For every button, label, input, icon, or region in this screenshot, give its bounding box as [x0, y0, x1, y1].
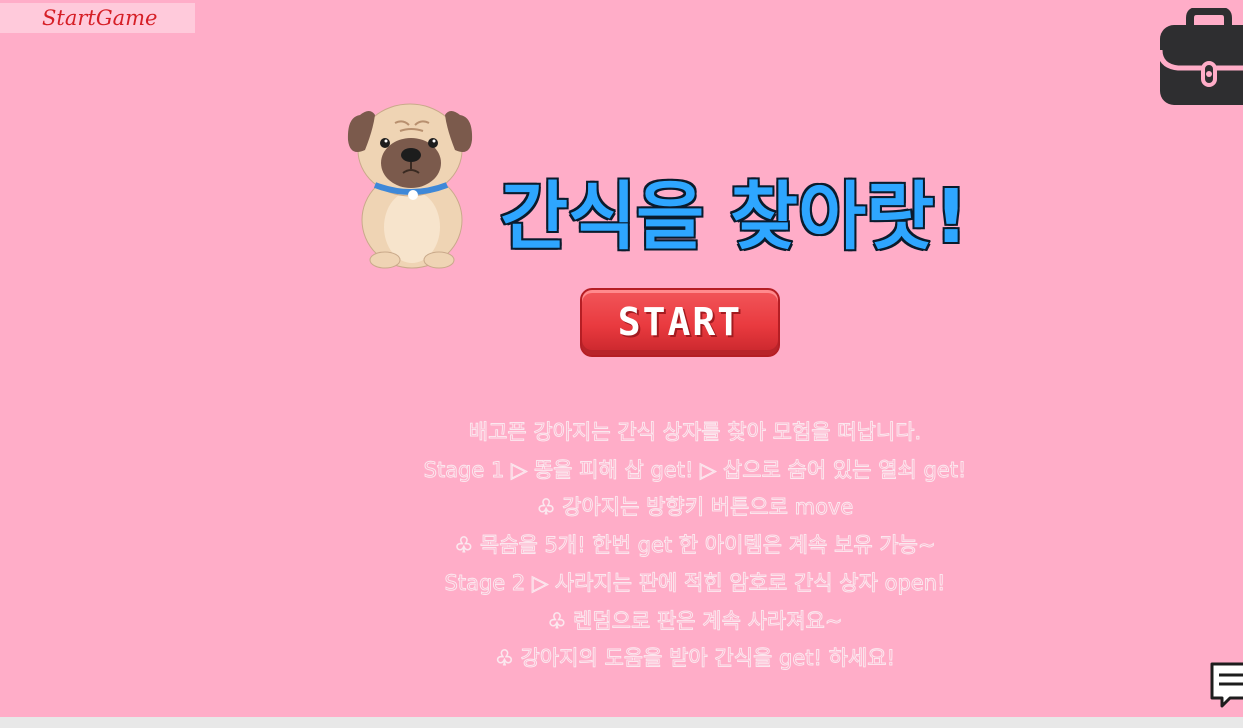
chat-bubble-icon[interactable] — [1208, 660, 1243, 710]
game-start-screen: StartGame 간식을 찾아랏! START 배고픈 강아지는 간식 상자를… — [0, 0, 1243, 728]
instruction-line: ♧ 강아지는 방향키 버튼으로 move — [536, 495, 854, 520]
game-title: 간식을 찾아랏! — [499, 173, 970, 262]
pug-dog-image — [345, 95, 475, 270]
instruction-line: Stage 1 ▷ 똥을 피해 삽 get! ▷ 삽으로 숨어 있는 열쇠 ge… — [423, 457, 967, 482]
instruction-line: ♧ 강아지의 도움을 받아 간식을 get! 하세요! — [495, 646, 896, 671]
instruction-line: ♧ 목숨을 5개! 한번 get 한 아이템은 계속 보유 가능~ — [454, 533, 936, 558]
instructions-panel: 배고픈 강아지는 간식 상자를 찾아 모험을 떠납니다. Stage 1 ▷ 똥… — [330, 414, 1060, 678]
instruction-line: Stage 2 ▷ 사라지는 판에 적힌 암호로 간식 상자 open! — [444, 570, 946, 595]
briefcase-icon[interactable] — [1157, 7, 1243, 108]
instruction-line: 배고픈 강아지는 간식 상자를 찾아 모험을 떠납니다. — [468, 420, 922, 445]
instruction-line: ♧ 렌덤으로 판은 계속 사라져요~ — [547, 608, 843, 633]
bottom-scrollbar[interactable] — [0, 717, 1243, 728]
start-button[interactable]: START — [580, 288, 780, 357]
start-game-tab-label: StartGame — [0, 3, 195, 33]
